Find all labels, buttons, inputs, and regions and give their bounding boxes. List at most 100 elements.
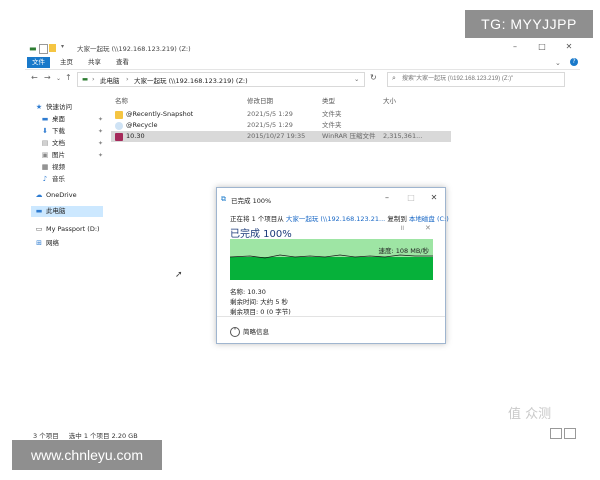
selection-info: 选中 1 个项目 2.20 GB: [68, 432, 138, 440]
drive-icon: ▭: [35, 225, 43, 233]
pin-icon: ✦: [97, 116, 103, 123]
properties-icon[interactable]: [39, 44, 48, 54]
tab-view[interactable]: 查看: [111, 57, 134, 68]
source-link[interactable]: 大家一起玩 (\\192.168.123.21...: [286, 215, 385, 223]
pc-icon: ▬: [82, 75, 89, 83]
details-view-button[interactable]: [550, 428, 562, 439]
column-header-type[interactable]: 类型: [322, 95, 335, 105]
sidebar-item-network[interactable]: ⊞ 网络: [35, 238, 105, 249]
chevron-right-icon: ›: [126, 75, 129, 83]
tab-file[interactable]: 文件: [27, 57, 50, 68]
dialog-minimize-button[interactable]: –: [381, 193, 393, 202]
column-header-size[interactable]: 大小: [383, 95, 396, 105]
tab-home[interactable]: 主页: [55, 57, 78, 68]
file-row[interactable]: @Recycle 2021/5/5 1:29 文件夹: [111, 120, 451, 131]
file-name: @Recycle: [126, 121, 158, 129]
maximize-button[interactable]: □: [535, 42, 549, 51]
file-type: 文件夹: [322, 110, 342, 118]
fewer-details-button[interactable]: ˄ 简略信息: [230, 326, 269, 337]
address-dropdown-icon[interactable]: ⌄: [354, 75, 359, 83]
watermark-site: www.chnleyu.com: [12, 440, 162, 470]
file-date: 2021/5/5 1:29: [247, 110, 293, 118]
sidebar-item-downloads[interactable]: ⬇ 下载 ✦: [41, 126, 105, 137]
tab-share[interactable]: 共享: [83, 57, 106, 68]
chevron-up-icon: ˄: [230, 327, 240, 337]
watermark-tg: TG: MYYJJPP: [465, 10, 593, 38]
refresh-icon[interactable]: ↻: [370, 73, 377, 82]
desktop-icon: ▬: [41, 115, 49, 123]
folder-icon: [115, 110, 123, 119]
copy-progress-dialog: ⧉ 已完成 100% – □ ✕ 正在将 1 个项目从 大家一起玩 (\\192…: [216, 187, 449, 344]
search-icon: ⌕: [392, 74, 396, 82]
window-title: 大家一起玩 (\\192.168.123.219) (Z:): [77, 45, 191, 53]
time-remaining-label: 剩余时间: 大约 5 秒: [230, 298, 289, 306]
chevron-right-icon: ›: [92, 75, 95, 83]
file-row[interactable]: @Recently-Snapshot 2021/5/5 1:29 文件夹: [111, 109, 451, 120]
file-type: 文件夹: [322, 121, 342, 129]
dialog-maximize-button[interactable]: □: [405, 193, 417, 202]
file-row[interactable]: 10.30 2015/10/27 19:35 WinRAR 压缩文件 2,315…: [111, 131, 451, 142]
large-icons-view-button[interactable]: [564, 428, 576, 439]
mouse-cursor-icon: ➚: [175, 270, 183, 280]
pin-icon: ✦: [97, 140, 103, 147]
recent-locations-icon[interactable]: ⌄: [56, 75, 61, 82]
destination-link[interactable]: 本地磁盘 (C:): [409, 215, 449, 223]
sidebar-item-my-passport[interactable]: ▭ My Passport (D:): [35, 224, 105, 235]
file-type: WinRAR 压缩文件: [322, 132, 376, 140]
file-date: 2015/10/27 19:35: [247, 132, 306, 140]
help-icon[interactable]: ?: [570, 58, 578, 66]
forward-button[interactable]: →: [44, 73, 51, 82]
progress-heading: 已完成 100%: [230, 229, 292, 240]
transfer-speed-graph: 速度: 108 MB/秒: [230, 239, 433, 280]
search-input[interactable]: [402, 74, 560, 84]
column-header-date[interactable]: 修改日期: [247, 95, 273, 105]
navigation-pane: ★ 快速访问 ▬ 桌面 ✦ ⬇ 下载 ✦ ▤ 文档 ✦ ▣ 图片 ✦ ▦ 视频 ♪ 音乐 ☁ OneDr…: [25, 98, 105, 298]
dialog-title: 已完成 100%: [231, 197, 272, 205]
cloud-icon: ☁: [35, 191, 43, 199]
sidebar-item-documents[interactable]: ▤ 文档 ✦: [41, 138, 105, 149]
sidebar-item-quick-access[interactable]: ★ 快速访问: [35, 102, 105, 113]
copy-description: 正在将 1 个项目从 大家一起玩 (\\192.168.123.21... 复制…: [230, 215, 449, 223]
pc-icon: ▬: [35, 207, 43, 215]
navigation-bar: ← → ⌄ ↑ ▬ › 此电脑 › 大家一起玩 (\\192.168.123.2…: [25, 70, 580, 88]
item-count: 3 个项目: [33, 432, 59, 440]
winrar-archive-icon: [115, 132, 123, 141]
file-size: 2,315,361...: [383, 132, 423, 140]
picture-icon: ▣: [41, 151, 49, 159]
video-icon: ▦: [41, 163, 49, 171]
sidebar-item-desktop[interactable]: ▬ 桌面 ✦: [41, 114, 105, 125]
minimize-button[interactable]: –: [508, 42, 522, 51]
pin-icon: ✦: [97, 128, 103, 135]
pc-icon: ▬: [29, 44, 37, 53]
breadcrumb-drive[interactable]: 大家一起玩 (\\192.168.123.219) (Z:): [134, 75, 248, 85]
file-date: 2021/5/5 1:29: [247, 121, 293, 129]
file-name: @Recently-Snapshot: [126, 110, 194, 118]
search-box[interactable]: ⌕: [387, 72, 565, 87]
ribbon-tabs: 文件 主页 共享 查看 ⌄ ?: [25, 56, 580, 70]
title-bar: ▬ ▾ 大家一起玩 (\\192.168.123.219) (Z:) – □ ✕: [25, 40, 580, 56]
sidebar-item-onedrive[interactable]: ☁ OneDrive: [35, 190, 105, 201]
close-button[interactable]: ✕: [562, 42, 576, 51]
sidebar-item-videos[interactable]: ▦ 视频: [41, 162, 105, 173]
copy-icon: ⧉: [221, 195, 226, 203]
network-icon: ⊞: [36, 239, 42, 247]
quick-access-dropdown-icon[interactable]: ▾: [61, 43, 68, 51]
column-header-name[interactable]: 名称: [115, 95, 128, 105]
document-icon: ▤: [41, 139, 49, 147]
pin-icon: ✦: [97, 152, 103, 159]
dialog-close-button[interactable]: ✕: [428, 193, 440, 202]
recycle-folder-icon: [115, 121, 123, 130]
sidebar-item-this-pc[interactable]: ▬ 此电脑: [31, 206, 103, 217]
back-button[interactable]: ←: [31, 73, 38, 82]
ribbon-expand-icon[interactable]: ⌄: [555, 59, 561, 67]
speed-label: 速度: 108 MB/秒: [378, 247, 430, 255]
address-bar[interactable]: ▬ › 此电脑 › 大家一起玩 (\\192.168.123.219) (Z:)…: [77, 72, 365, 87]
new-folder-icon[interactable]: [49, 44, 56, 52]
file-name: 10.30: [126, 132, 145, 140]
breadcrumb-this-pc[interactable]: 此电脑: [100, 75, 120, 85]
up-button[interactable]: ↑: [65, 73, 72, 82]
sidebar-item-pictures[interactable]: ▣ 图片 ✦: [41, 150, 105, 161]
cancel-copy-button[interactable]: ✕: [425, 224, 431, 232]
pause-button[interactable]: ॥: [400, 224, 404, 233]
sidebar-item-music[interactable]: ♪ 音乐: [41, 174, 105, 185]
